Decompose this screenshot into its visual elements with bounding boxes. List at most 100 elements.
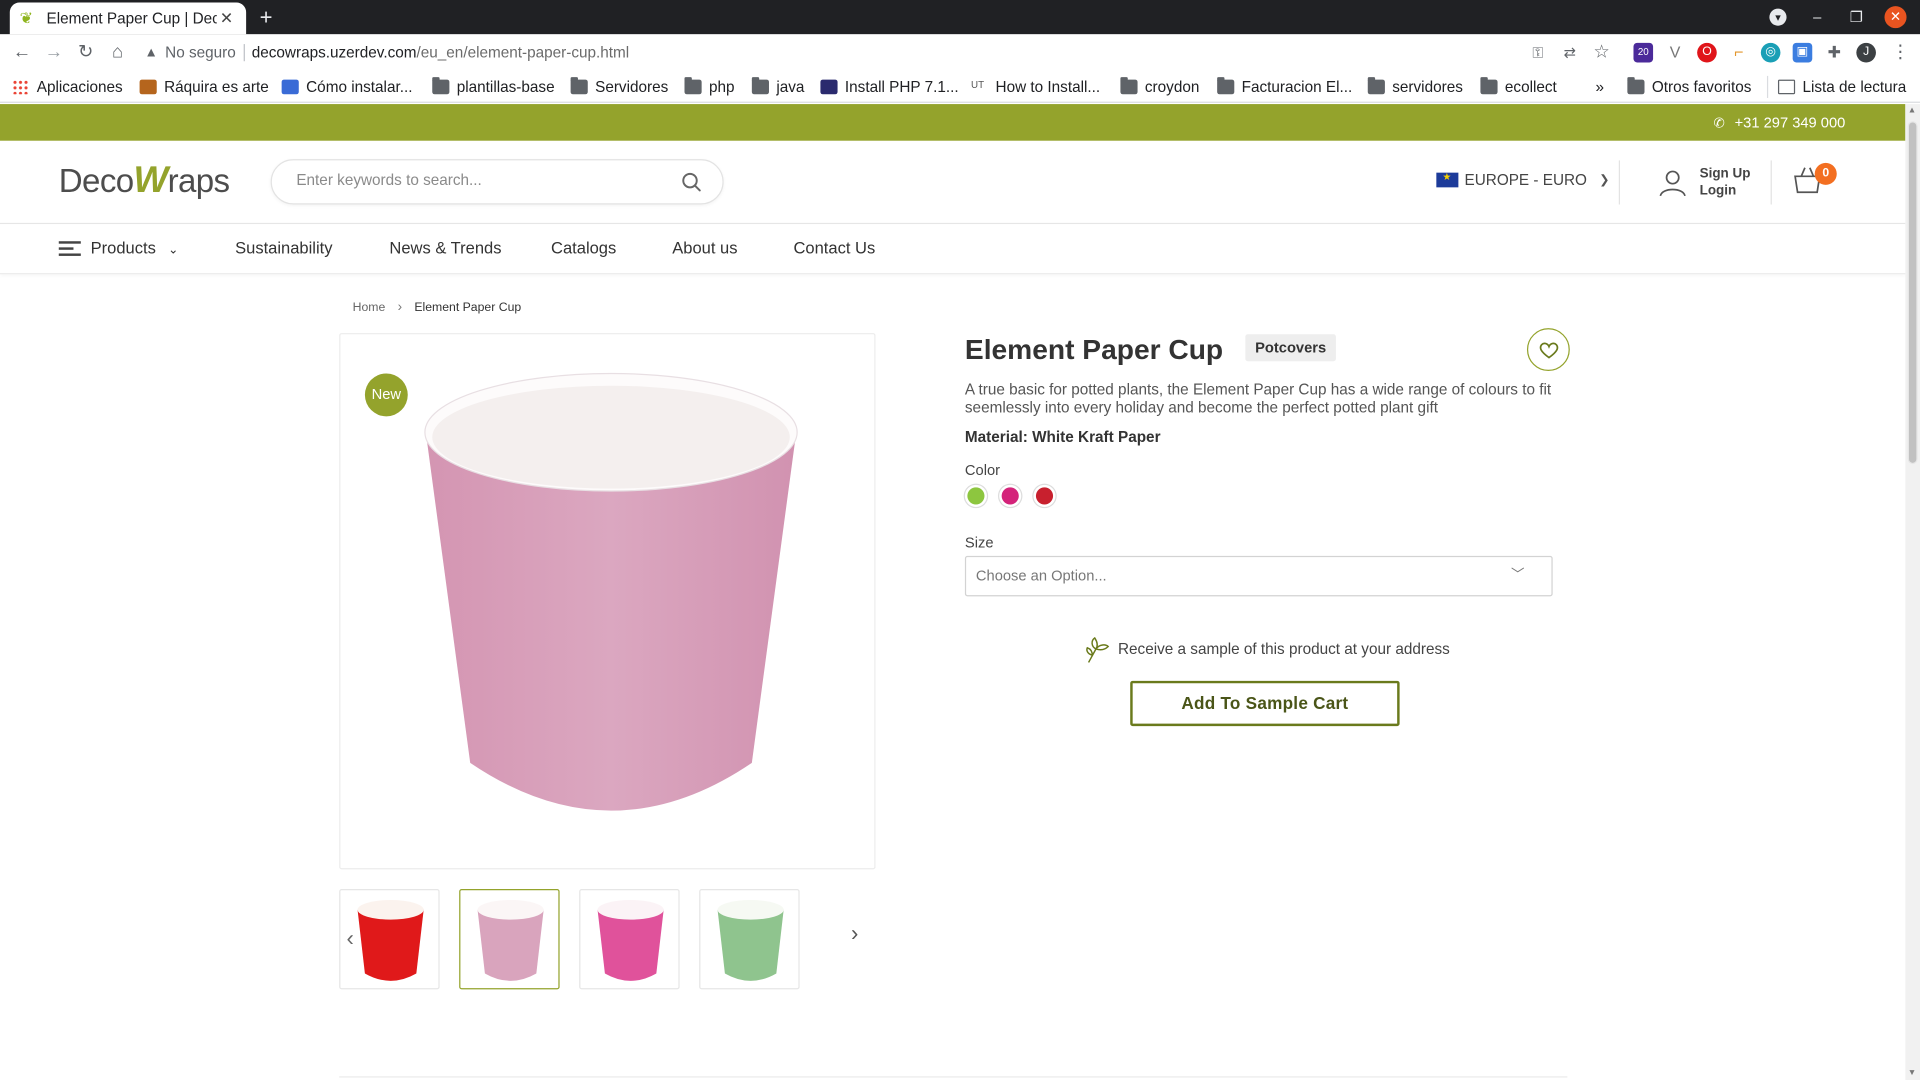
bookmark-item[interactable]: Cómo instalar...: [281, 76, 412, 98]
thumbnail-image: [597, 900, 664, 981]
breadcrumb-home[interactable]: Home: [353, 301, 386, 314]
bookmarks-bar: Aplicaciones Ráquira es arte Cómo instal…: [0, 71, 1920, 103]
scroll-up-icon[interactable]: ▲: [1908, 107, 1916, 116]
bookmark-folder[interactable]: Otros favoritos: [1627, 76, 1751, 98]
page-scrollbar[interactable]: ▲ ▼: [1905, 104, 1920, 1080]
nav-about-us[interactable]: About us: [672, 224, 737, 273]
site-header: DecoWraps EUROPE - EURO ❯ Sign Up Login …: [0, 140, 1906, 225]
thumbnail-red[interactable]: [339, 888, 440, 990]
extension-graduation-icon[interactable]: 20: [1633, 42, 1654, 63]
restore-icon[interactable]: ❐: [1844, 5, 1868, 29]
reading-list-button[interactable]: Lista de lectura: [1766, 75, 1907, 98]
color-swatch-red[interactable]: [1033, 484, 1056, 507]
back-arrow-icon[interactable]: ←: [10, 40, 34, 64]
scroll-down-icon[interactable]: ▼: [1908, 1069, 1916, 1078]
size-select-value: Choose an Option...: [975, 566, 1107, 585]
nav-contact-us[interactable]: Contact Us: [793, 224, 875, 273]
site-icon: [820, 79, 838, 95]
close-window-icon[interactable]: ✕: [1884, 6, 1907, 29]
close-tab-icon[interactable]: ✕: [217, 9, 237, 29]
decowraps-logo[interactable]: DecoWraps: [59, 160, 230, 202]
search-input[interactable]: [296, 171, 664, 189]
color-label: Color: [964, 461, 1001, 479]
region-selector[interactable]: EUROPE - EURO ❯: [1436, 171, 1609, 189]
hamburger-icon: [58, 238, 81, 260]
category-tag[interactable]: Potcovers: [1245, 334, 1336, 362]
forward-arrow-icon[interactable]: →: [42, 40, 66, 64]
home-icon[interactable]: ⌂: [105, 40, 129, 64]
address-bar[interactable]: ▲ No seguro decowraps.uzerdev.com/eu_en/…: [144, 39, 1613, 66]
folder-icon: [751, 77, 769, 95]
sample-notice: Receive a sample of this product at your…: [1084, 634, 1450, 663]
browser-tab[interactable]: ❦ Element Paper Cup | Deco ✕: [9, 2, 247, 35]
bookmarks-overflow-button[interactable]: »: [1596, 76, 1605, 98]
color-swatches: [964, 484, 1068, 507]
header-divider: [1618, 160, 1621, 205]
bookmark-item[interactable]: Aplicaciones: [12, 76, 123, 98]
thumbnail-green[interactable]: [699, 888, 800, 990]
translate-icon[interactable]: ⇄: [1558, 40, 1582, 64]
folder-icon: [1367, 77, 1385, 95]
bookmark-label: servidores: [1392, 78, 1463, 96]
wishlist-button[interactable]: [1526, 328, 1570, 372]
bookmark-item[interactable]: UT How to Install...: [971, 76, 1100, 98]
sign-up-link[interactable]: Sign Up: [1700, 165, 1751, 182]
eu-flag-icon: [1436, 171, 1459, 188]
tab-search-icon[interactable]: ▾: [1769, 8, 1787, 26]
login-link[interactable]: Login: [1700, 182, 1751, 199]
size-select[interactable]: Choose an Option... ﹀: [964, 555, 1553, 597]
nav-news-trends[interactable]: News & Trends: [389, 224, 501, 273]
browser-menu-icon[interactable]: ⋮: [1888, 40, 1912, 64]
thumbnail-pink-light[interactable]: [459, 888, 560, 990]
bookmark-item[interactable]: Ráquira es arte: [139, 76, 269, 98]
folder-icon: [1217, 77, 1235, 95]
bookmark-folder[interactable]: php: [684, 76, 735, 98]
scrollbar-thumb[interactable]: [1907, 121, 1918, 465]
product-title: Element Paper Cup: [964, 333, 1224, 365]
minimize-icon[interactable]: –: [1805, 5, 1829, 29]
plant-icon: [1086, 636, 1110, 663]
thumbnail-next-arrow-icon[interactable]: ›: [851, 921, 858, 947]
phone-link[interactable]: ✆ +31 297 349 000: [1714, 104, 1846, 142]
bookmark-folder[interactable]: Servidores: [570, 76, 668, 98]
color-swatch-pink[interactable]: [999, 484, 1022, 507]
extension-window-icon[interactable]: ▣: [1792, 42, 1813, 63]
extension-v-icon[interactable]: V: [1665, 42, 1685, 63]
product-main-image[interactable]: [421, 371, 801, 827]
cart-button[interactable]: 0: [1793, 162, 1837, 197]
content-divider: [339, 1076, 1568, 1078]
color-swatch-green[interactable]: [964, 484, 987, 507]
product-image-gallery[interactable]: New: [339, 333, 876, 870]
account-menu[interactable]: Sign Up Login: [1658, 165, 1751, 199]
bookmark-item[interactable]: Install PHP 7.1...: [820, 76, 959, 98]
extension-opera-icon[interactable]: O: [1697, 42, 1717, 63]
bookmark-label: Aplicaciones: [36, 78, 123, 96]
cup-inside: [432, 385, 790, 489]
profile-avatar[interactable]: J: [1856, 42, 1876, 63]
bookmark-folder[interactable]: servidores: [1367, 76, 1463, 98]
extension-brush-icon[interactable]: ⌐: [1728, 42, 1749, 63]
bookmark-folder[interactable]: croydon: [1120, 76, 1199, 98]
bookmark-folder[interactable]: ecollect: [1480, 76, 1557, 98]
extension-circle-icon[interactable]: ◎: [1760, 42, 1781, 63]
bookmark-folder[interactable]: java: [751, 76, 804, 98]
insecure-label: No seguro: [165, 44, 236, 62]
bookmark-folder[interactable]: plantillas-base: [432, 76, 555, 98]
extensions-puzzle-icon[interactable]: ✚: [1824, 42, 1845, 63]
new-badge: New: [364, 373, 408, 417]
nav-catalogs[interactable]: Catalogs: [551, 224, 616, 273]
thumbnail-pink[interactable]: [579, 888, 680, 990]
search-icon[interactable]: [681, 171, 703, 193]
nav-sustainability[interactable]: Sustainability: [235, 224, 332, 273]
key-icon[interactable]: ⚿: [1526, 40, 1550, 64]
nav-products[interactable]: Products ⌄: [58, 224, 178, 275]
bookmark-label: php: [708, 78, 735, 96]
bookmark-folder[interactable]: Facturacion El...: [1217, 76, 1352, 98]
reading-list-label: Lista de lectura: [1802, 78, 1907, 96]
thumbnail-prev-arrow-icon[interactable]: ‹: [347, 926, 354, 952]
thumbnail-image: [357, 900, 424, 981]
add-to-sample-cart-button[interactable]: Add To Sample Cart: [1130, 680, 1400, 727]
reload-icon[interactable]: ↻: [73, 40, 97, 64]
bookmark-star-icon[interactable]: ☆: [1589, 40, 1613, 64]
new-tab-button[interactable]: +: [260, 5, 273, 29]
